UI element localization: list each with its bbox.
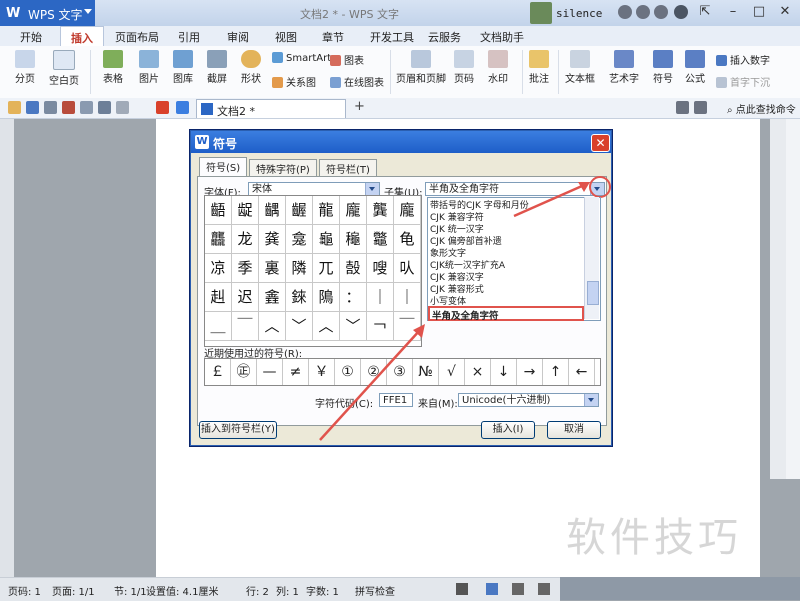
status-page-num: 页码: 1: [8, 587, 41, 598]
fullscreen-icon[interactable]: [456, 583, 468, 595]
annotation-arrow: [513, 184, 583, 218]
status-col: 列: 1: [276, 587, 299, 598]
status-setting: 设置值: 4.1厘米: [146, 587, 219, 598]
status-section: 节: 1/1: [114, 587, 147, 598]
annotation-arrow: [319, 329, 421, 441]
web-view-icon[interactable]: [538, 583, 550, 595]
outline-view-icon[interactable]: [512, 583, 524, 595]
status-words: 字数: 1: [306, 587, 339, 598]
status-bar-extension: [560, 577, 800, 600]
status-pages: 页面: 1/1: [52, 587, 95, 598]
spellcheck-toggle[interactable]: 拼写检查: [355, 583, 395, 598]
status-bar: 页码: 1 页面: 1/1 节: 1/1 设置值: 4.1厘米 行: 2 列: …: [0, 577, 560, 601]
status-row: 行: 2: [246, 587, 269, 598]
annotation-arrows: [319, 182, 590, 441]
page-view-icon[interactable]: [486, 583, 498, 595]
